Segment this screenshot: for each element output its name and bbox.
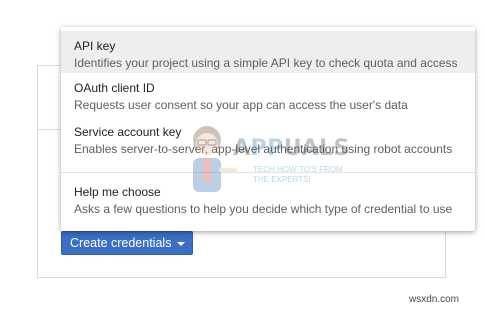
menu-item-service-account-key[interactable]: Service account key Enables server-to-se… (61, 117, 475, 161)
menu-item-oauth-client-id[interactable]: OAuth client ID Requests user consent so… (61, 75, 475, 117)
site-watermark: wsxdn.com (409, 294, 460, 305)
menu-item-description: Asks a few questions to help you decide … (74, 202, 453, 216)
create-credentials-label: Create credentials (70, 236, 172, 250)
menu-item-api-key[interactable]: API key Identifies your project using a … (61, 31, 475, 73)
menu-item-title: OAuth client ID (74, 81, 155, 95)
menu-item-title: Help me choose (74, 185, 161, 199)
menu-item-help-me-choose[interactable]: Help me choose Asks a few questions to h… (61, 173, 475, 225)
menu-item-description: Requests user consent so your app can ac… (74, 98, 408, 112)
menu-item-description: Identifies your project using a simple A… (74, 56, 458, 70)
caret-down-icon (177, 242, 185, 246)
menu-item-title: API key (74, 39, 116, 53)
menu-item-description: Enables server-to-server, app-level auth… (74, 142, 453, 156)
create-credentials-button[interactable]: Create credentials (61, 231, 193, 255)
credentials-dropdown-menu: API key Identifies your project using a … (61, 27, 475, 231)
card-divider (38, 129, 62, 130)
menu-item-title: Service account key (74, 125, 182, 139)
